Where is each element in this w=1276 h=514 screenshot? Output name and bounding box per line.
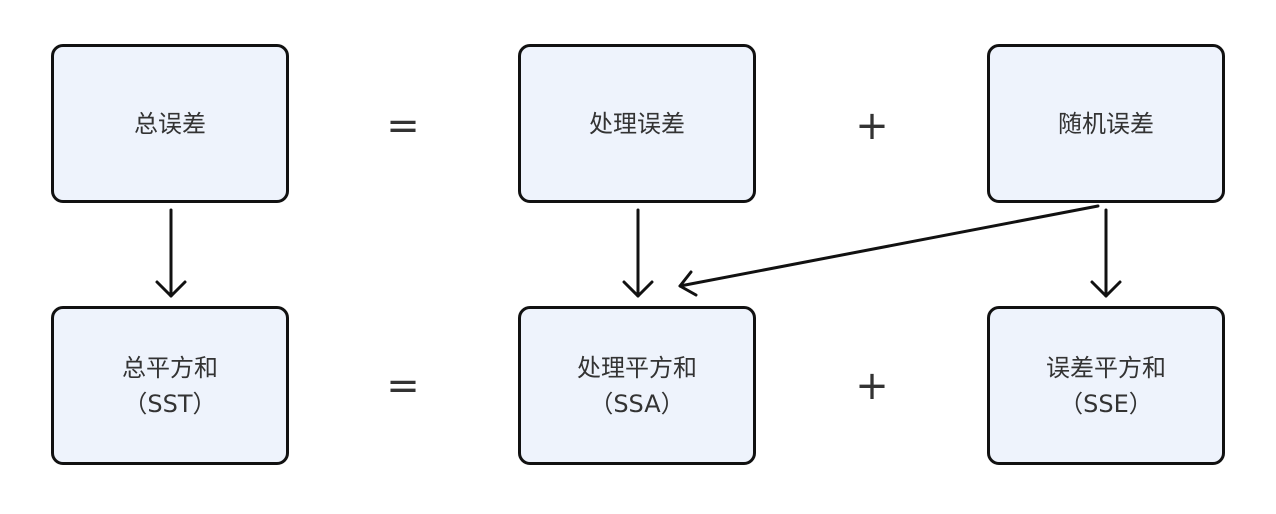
node-treatment-error: 处理误差: [518, 44, 756, 203]
edge-treatment-error-to-ssa: [622, 208, 654, 298]
operator-plus-bottom: +: [842, 356, 902, 416]
operator-plus-top-label: +: [855, 103, 889, 149]
node-ssa-sub: （SSA）: [589, 389, 685, 418]
operator-equals-bottom-label: =: [386, 363, 420, 409]
node-sse-label: 误差平方和: [1046, 353, 1166, 382]
diagram-canvas: 总误差 = 处理误差 + 随机误差 总平方和 （SST） = 处理平方和 （SS…: [0, 0, 1276, 514]
node-sse: 误差平方和 （SSE）: [987, 306, 1225, 465]
edge-random-error-to-ssa: [678, 204, 1100, 297]
node-random-error: 随机误差: [987, 44, 1225, 203]
node-treatment-error-label: 处理误差: [589, 109, 685, 138]
operator-equals-bottom: =: [373, 356, 433, 416]
node-total-error-label: 总误差: [134, 109, 206, 138]
node-total-error: 总误差: [51, 44, 289, 203]
operator-equals-top: =: [373, 96, 433, 156]
node-ssa: 处理平方和 （SSA）: [518, 306, 756, 465]
node-sse-sub: （SSE）: [1059, 389, 1153, 418]
node-sst-sub: （SST）: [123, 389, 217, 418]
operator-equals-top-label: =: [386, 103, 420, 149]
node-sst-label: 总平方和: [122, 353, 218, 382]
node-random-error-label: 随机误差: [1058, 109, 1154, 138]
operator-plus-top: +: [842, 96, 902, 156]
node-ssa-label: 处理平方和: [577, 353, 697, 382]
edge-random-error-to-sse: [1090, 208, 1122, 298]
node-sst: 总平方和 （SST）: [51, 306, 289, 465]
edge-total-error-to-sst: [155, 208, 187, 298]
operator-plus-bottom-label: +: [855, 363, 889, 409]
